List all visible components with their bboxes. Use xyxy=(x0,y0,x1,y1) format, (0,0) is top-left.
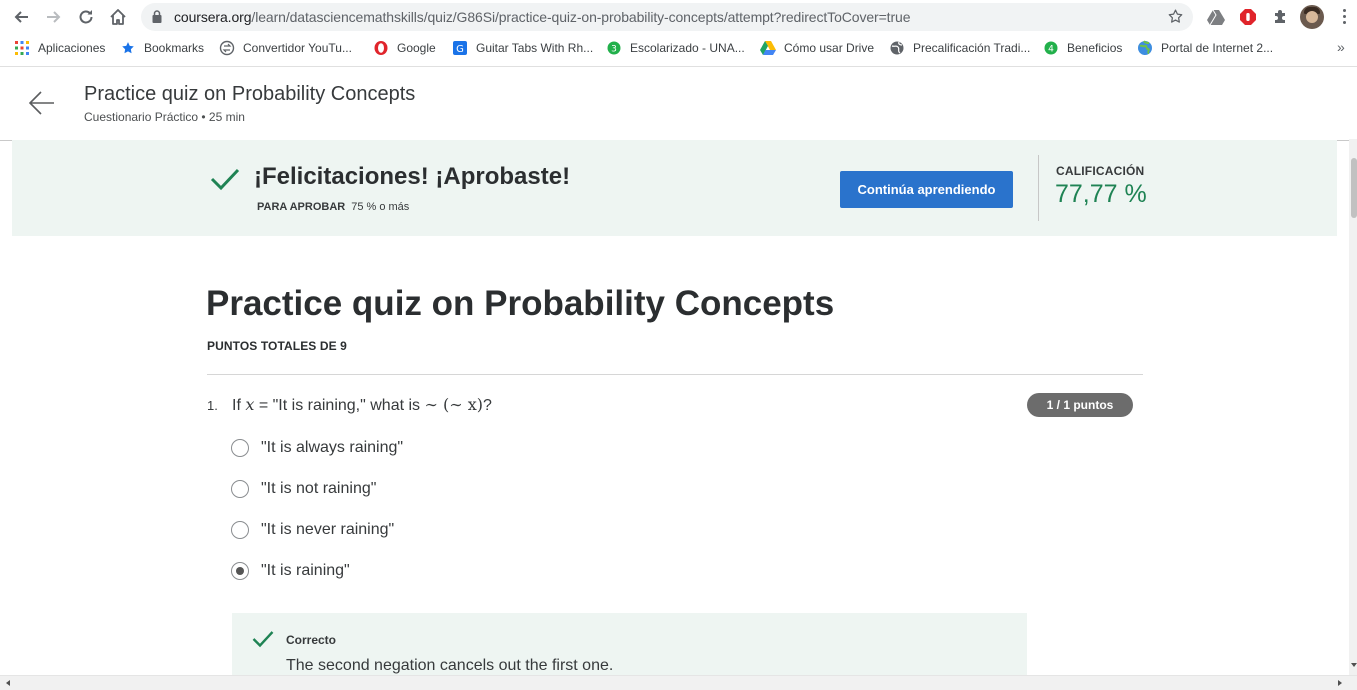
course-header: Practice quiz on Probability Concepts Cu… xyxy=(0,66,1357,141)
option-label: "It is raining" xyxy=(261,562,350,579)
answer-option[interactable]: "It is never raining" xyxy=(231,519,394,541)
svg-text:3: 3 xyxy=(611,45,617,55)
pass-value: 75 % o más xyxy=(351,201,410,213)
answer-option[interactable]: "It is always raining" xyxy=(231,437,403,459)
bookmark-label: Google xyxy=(397,41,436,55)
svg-text:4: 4 xyxy=(1048,45,1054,55)
radio-button[interactable] xyxy=(231,480,249,498)
page-title: Practice quiz on Probability Concepts xyxy=(84,83,416,105)
earth-icon xyxy=(1137,40,1153,56)
success-check-icon xyxy=(210,167,240,196)
drive-extension-icon[interactable] xyxy=(1205,6,1227,28)
bookmark-label: Bookmarks xyxy=(144,41,205,55)
browser-toolbar: coursera.org/learn/datasciencemathskills… xyxy=(0,0,1357,34)
divider xyxy=(207,374,1143,375)
option-label: "It is never raining" xyxy=(261,521,395,538)
bookmark-label: Precalificación Tradi... xyxy=(913,41,1031,55)
radio-button-selected[interactable] xyxy=(231,562,249,580)
math-expression: ∼ (∼ x) xyxy=(424,395,483,414)
green-badge-icon: 3 xyxy=(606,40,622,56)
bookmark-beneficios[interactable]: 4 Beneficios xyxy=(1043,39,1122,57)
question-prefix: If xyxy=(232,397,241,414)
bookmark-apps[interactable]: Aplicaciones xyxy=(14,39,105,57)
bookmark-label: Guitar Tabs With Rh... xyxy=(476,41,594,55)
bookmark-label: Convertidor YouTu... xyxy=(243,41,352,55)
divider xyxy=(1038,155,1039,221)
horizontal-scrollbar[interactable] xyxy=(0,675,1357,690)
scroll-right-arrow-icon[interactable] xyxy=(1338,680,1342,686)
star-icon xyxy=(120,40,136,56)
svg-text:G: G xyxy=(456,44,464,55)
bookmark-precalificacion[interactable]: Precalificación Tradi... xyxy=(889,39,1030,57)
question-suffix: ? xyxy=(482,397,492,414)
total-points: PUNTOS TOTALES DE 9 xyxy=(207,339,347,353)
continue-learning-button[interactable]: Continúa aprendiendo xyxy=(840,171,1013,208)
globe-icon xyxy=(889,40,905,56)
address-bar[interactable]: coursera.org/learn/datasciencemathskills… xyxy=(141,3,1193,31)
forward-icon[interactable] xyxy=(42,5,66,29)
bookmark-label: Cómo usar Drive xyxy=(784,41,875,55)
green-badge-icon: 4 xyxy=(1043,40,1059,56)
grade-value: 77,77 % xyxy=(1055,180,1147,208)
feedback-text: The second negation cancels out the firs… xyxy=(286,657,614,674)
answer-option[interactable]: "It is not raining" xyxy=(231,478,376,500)
bookmark-drive[interactable]: Cómo usar Drive xyxy=(760,39,874,57)
points-badge: 1 / 1 puntos xyxy=(1027,393,1133,417)
bookmark-label: Aplicaciones xyxy=(38,41,106,55)
bookmark-label: Portal de Internet 2... xyxy=(1161,41,1274,55)
home-icon[interactable] xyxy=(106,5,130,29)
url-path: /learn/datasciencemathskills/quiz/G86Si/… xyxy=(251,9,911,25)
bookmark-guitar-tabs[interactable]: G Guitar Tabs With Rh... xyxy=(452,39,593,57)
drive-icon xyxy=(760,40,776,56)
question-number: 1. xyxy=(207,398,218,413)
option-label: "It is always raining" xyxy=(261,439,404,456)
math-variable: x xyxy=(245,395,255,414)
scroll-left-arrow-icon[interactable] xyxy=(6,680,10,686)
bookmark-label: Beneficios xyxy=(1067,41,1123,55)
url-text: coursera.org/learn/datasciencemathskills… xyxy=(174,9,911,25)
bookmark-portal[interactable]: Portal de Internet 2... xyxy=(1137,39,1273,57)
option-label: "It is not raining" xyxy=(261,480,377,497)
vertical-scrollbar-thumb[interactable] xyxy=(1351,158,1357,218)
url-host: coursera.org xyxy=(174,9,252,25)
answer-option-selected[interactable]: "It is raining" xyxy=(231,560,350,582)
bookmark-google[interactable]: Google xyxy=(373,39,436,57)
correct-check-icon xyxy=(252,630,274,653)
pass-label: PARA APROBAR xyxy=(257,201,346,213)
feedback-status: Correcto xyxy=(286,633,337,647)
apps-grid-icon xyxy=(14,40,30,56)
browser-menu-icon[interactable] xyxy=(1334,9,1354,27)
more-bookmarks-chevron-icon[interactable]: » xyxy=(1337,39,1345,55)
lock-icon xyxy=(152,10,162,28)
profile-avatar[interactable] xyxy=(1300,5,1324,29)
question-text: If x = "It is raining," what is ∼ (∼ x)? xyxy=(232,395,492,415)
back-icon[interactable] xyxy=(9,5,33,29)
converter-icon xyxy=(219,40,235,56)
grade-label: CALIFICACIÓN xyxy=(1056,164,1145,178)
guitar-tabs-icon: G xyxy=(452,40,468,56)
radio-button[interactable] xyxy=(231,521,249,539)
pass-requirement: PARA APROBAR 75 % o más xyxy=(257,201,409,213)
back-arrow-icon[interactable] xyxy=(28,89,56,117)
question-mid: = "It is raining," what is xyxy=(258,397,421,414)
reload-icon[interactable] xyxy=(74,5,98,29)
bookmark-escolarizado[interactable]: 3 Escolarizado - UNA... xyxy=(606,39,745,57)
adblock-extension-icon[interactable] xyxy=(1237,6,1259,28)
radio-button[interactable] xyxy=(231,439,249,457)
bookmark-bookmarks[interactable]: Bookmarks xyxy=(120,39,204,57)
bookmarks-bar: Aplicaciones Bookmarks Convertidor YouTu… xyxy=(0,34,1357,62)
vertical-scrollbar[interactable] xyxy=(1349,139,1357,675)
opera-icon xyxy=(373,40,389,56)
bookmark-star-icon[interactable] xyxy=(1167,8,1184,30)
quiz-title: Practice quiz on Probability Concepts xyxy=(206,284,835,323)
congrats-heading: ¡Felicitaciones! ¡Aprobaste! xyxy=(254,163,571,190)
scroll-down-arrow-icon[interactable] xyxy=(1351,663,1357,667)
extensions-puzzle-icon[interactable] xyxy=(1269,6,1291,28)
page-subtitle: Cuestionario Práctico • 25 min xyxy=(84,110,245,124)
pass-banner: ¡Felicitaciones! ¡Aprobaste! PARA APROBA… xyxy=(12,140,1337,236)
bookmark-label: Escolarizado - UNA... xyxy=(630,41,745,55)
bookmark-convertidor[interactable]: Convertidor YouTu... xyxy=(219,39,352,57)
